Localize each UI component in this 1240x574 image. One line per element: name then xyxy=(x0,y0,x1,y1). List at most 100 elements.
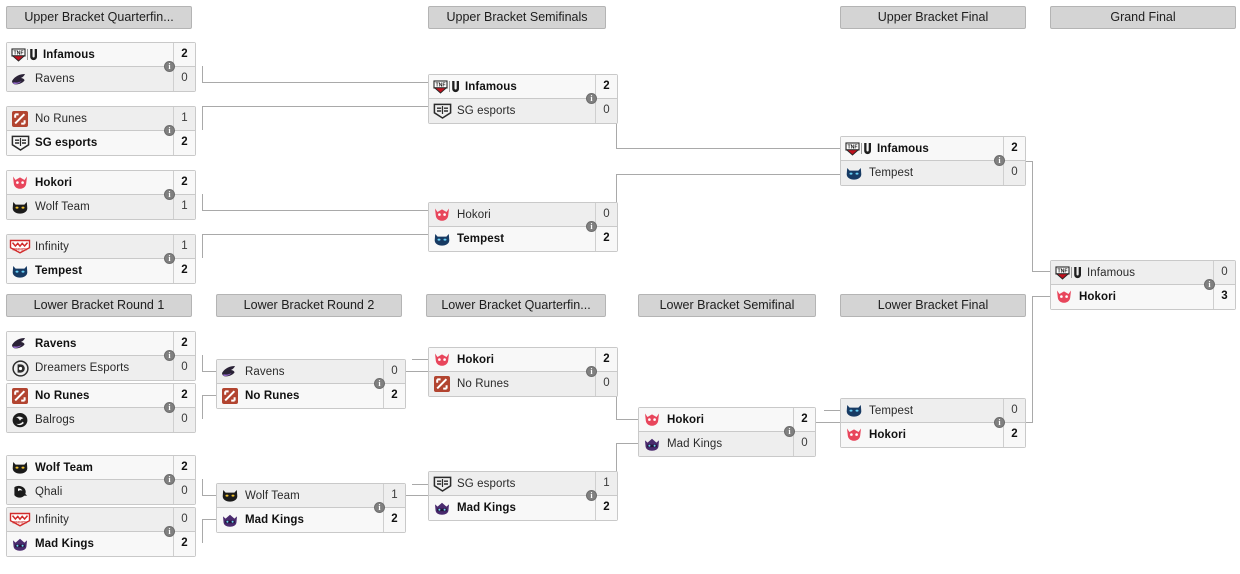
infamous-logo: TNF xyxy=(429,76,463,98)
team-score: 1 xyxy=(173,107,195,130)
match-lbr1c[interactable]: Wolf Team 2 i Qhali 0 xyxy=(6,455,196,505)
connector xyxy=(616,174,840,175)
wolf-team-logo xyxy=(7,457,33,479)
team-row[interactable]: No Runes 1 i xyxy=(7,107,195,136)
no-runes-logo xyxy=(7,108,33,130)
connector xyxy=(202,82,428,83)
team-name: Infamous xyxy=(877,142,929,155)
info-icon[interactable]: i xyxy=(164,61,175,72)
round-header-ubf[interactable]: Upper Bracket Final xyxy=(840,6,1026,29)
info-icon[interactable]: i xyxy=(164,350,175,361)
info-icon[interactable]: i xyxy=(586,221,597,232)
team-row[interactable]: Hokori 2 i xyxy=(429,348,617,377)
match-lbqf2[interactable]: SG esports 1 i Mad Kings 2 xyxy=(428,471,618,521)
no-runes-logo xyxy=(429,373,455,395)
info-icon[interactable]: i xyxy=(586,490,597,501)
team-name: Wolf Team xyxy=(35,461,93,474)
team-row[interactable]: Wolf Team 2 i xyxy=(7,456,195,485)
match-ubqf3[interactable]: Hokori 2 i Wolf Team 1 xyxy=(6,170,196,220)
infamous-logo: TNF xyxy=(841,138,875,160)
connector xyxy=(202,395,203,419)
team-row[interactable]: Tempest 0 i xyxy=(841,399,1025,428)
info-icon[interactable]: i xyxy=(164,253,175,264)
round-header-lbsf[interactable]: Lower Bracket Semifinal xyxy=(638,294,816,317)
match-ubf1[interactable]: TNF Infamous 2 i Tempest 0 xyxy=(840,136,1026,186)
no-runes-logo xyxy=(7,385,33,407)
team-row[interactable]: No Runes 2 i xyxy=(7,384,195,413)
team-row[interactable]: Ravens 2 i xyxy=(7,332,195,361)
round-header-lbr1[interactable]: Lower Bracket Round 1 xyxy=(6,294,192,317)
svg-text:TNF: TNF xyxy=(13,50,23,56)
team-name: Tempest xyxy=(457,233,505,245)
match-lbr2b[interactable]: Wolf Team 1 i Mad Kings 2 xyxy=(216,483,406,533)
connector xyxy=(202,479,203,496)
team-score: 2 xyxy=(173,171,195,194)
info-icon[interactable]: i xyxy=(586,93,597,104)
team-row[interactable]: Hokori 0 i xyxy=(429,203,617,232)
match-lbr1a[interactable]: Ravens 2 i Dreamers Esports 0 xyxy=(6,331,196,381)
team-row[interactable]: INFINITY Infinity 0 i xyxy=(7,508,195,537)
team-row[interactable]: TNF Infamous 2 i xyxy=(429,75,617,104)
svg-text:TNF: TNF xyxy=(847,144,857,150)
match-lbf1[interactable]: Tempest 0 i Hokori 2 xyxy=(840,398,1026,448)
info-icon[interactable]: i xyxy=(994,155,1005,166)
team-row[interactable]: TNF Infamous 2 i xyxy=(841,137,1025,166)
team-row[interactable]: SG esports 1 i xyxy=(429,472,617,501)
round-header-ubqf[interactable]: Upper Bracket Quarterfin... xyxy=(6,6,192,29)
infinity-logo: INFINITY xyxy=(7,509,33,531)
wolf-team-logo xyxy=(7,196,33,218)
match-lbr2a[interactable]: Ravens 0 i No Runes 2 xyxy=(216,359,406,409)
round-header-gf[interactable]: Grand Final xyxy=(1050,6,1236,29)
logo-separator xyxy=(26,49,28,60)
team-score: 0 xyxy=(173,356,195,380)
team-row[interactable]: INFINITY Infinity 1 i xyxy=(7,235,195,264)
match-lbsf1[interactable]: Hokori 2 i Mad Kings 0 xyxy=(638,407,816,457)
match-lbqf1[interactable]: Hokori 2 i No Runes 0 xyxy=(428,347,618,397)
team-row[interactable]: Wolf Team 1 i xyxy=(217,484,405,513)
round-header-lbf[interactable]: Lower Bracket Final xyxy=(840,294,1026,317)
connector xyxy=(1026,161,1033,162)
team-name: Hokori xyxy=(457,208,491,221)
logo-separator xyxy=(448,81,450,92)
team-name: Hokori xyxy=(869,429,907,441)
team-row[interactable]: TNF Infamous 2 i xyxy=(7,43,195,72)
match-ubsf2[interactable]: Hokori 0 i Tempest 2 xyxy=(428,202,618,252)
info-icon[interactable]: i xyxy=(374,378,385,389)
info-icon[interactable]: i xyxy=(164,125,175,136)
info-icon[interactable]: i xyxy=(164,189,175,200)
match-ubsf1[interactable]: TNF Infamous 2 i SG esports 0 xyxy=(428,74,618,124)
team-row[interactable]: TNF Infamous 0 i xyxy=(1051,261,1235,290)
team-score: 2 xyxy=(793,408,815,431)
round-header-ubsf[interactable]: Upper Bracket Semifinals xyxy=(428,6,606,29)
team-row[interactable]: Hokori 2 i xyxy=(7,171,195,200)
team-row[interactable]: Ravens 0 i xyxy=(217,360,405,389)
info-icon[interactable]: i xyxy=(164,526,175,537)
team-row[interactable]: Hokori 2 i xyxy=(639,408,815,437)
info-icon[interactable]: i xyxy=(164,474,175,485)
info-icon[interactable]: i xyxy=(164,402,175,413)
round-header-lbqf[interactable]: Lower Bracket Quarterfin... xyxy=(426,294,606,317)
info-icon[interactable]: i xyxy=(1204,279,1215,290)
connector xyxy=(202,106,428,107)
tempest-logo xyxy=(7,260,33,282)
match-lbr1d[interactable]: INFINITY Infinity 0 i Mad Kings 2 xyxy=(6,507,196,557)
match-gf1[interactable]: TNF Infamous 0 i Hokori 3 xyxy=(1050,260,1236,310)
mad-kings-logo xyxy=(639,433,665,455)
logo-separator xyxy=(860,143,862,154)
round-header-lbr2[interactable]: Lower Bracket Round 2 xyxy=(216,294,402,317)
match-ubqf4[interactable]: INFINITY Infinity 1 i Tempest 2 xyxy=(6,234,196,284)
info-icon[interactable]: i xyxy=(374,502,385,513)
connector xyxy=(404,371,428,372)
match-lbr1b[interactable]: No Runes 2 i Balrogs 0 xyxy=(6,383,196,433)
match-ubqf2[interactable]: No Runes 1 i SG esports 2 xyxy=(6,106,196,156)
match-ubqf1[interactable]: TNF Infamous 2 i Ravens 0 xyxy=(6,42,196,92)
info-icon[interactable]: i xyxy=(586,366,597,377)
team-score: 1 xyxy=(173,235,195,258)
team-name: Ravens xyxy=(245,365,285,378)
team-score: 0 xyxy=(383,360,405,383)
team-score: 2 xyxy=(1003,423,1025,447)
info-icon[interactable]: i xyxy=(784,426,795,437)
connector xyxy=(202,234,203,258)
svg-text:TNF: TNF xyxy=(435,82,445,88)
info-icon[interactable]: i xyxy=(994,417,1005,428)
